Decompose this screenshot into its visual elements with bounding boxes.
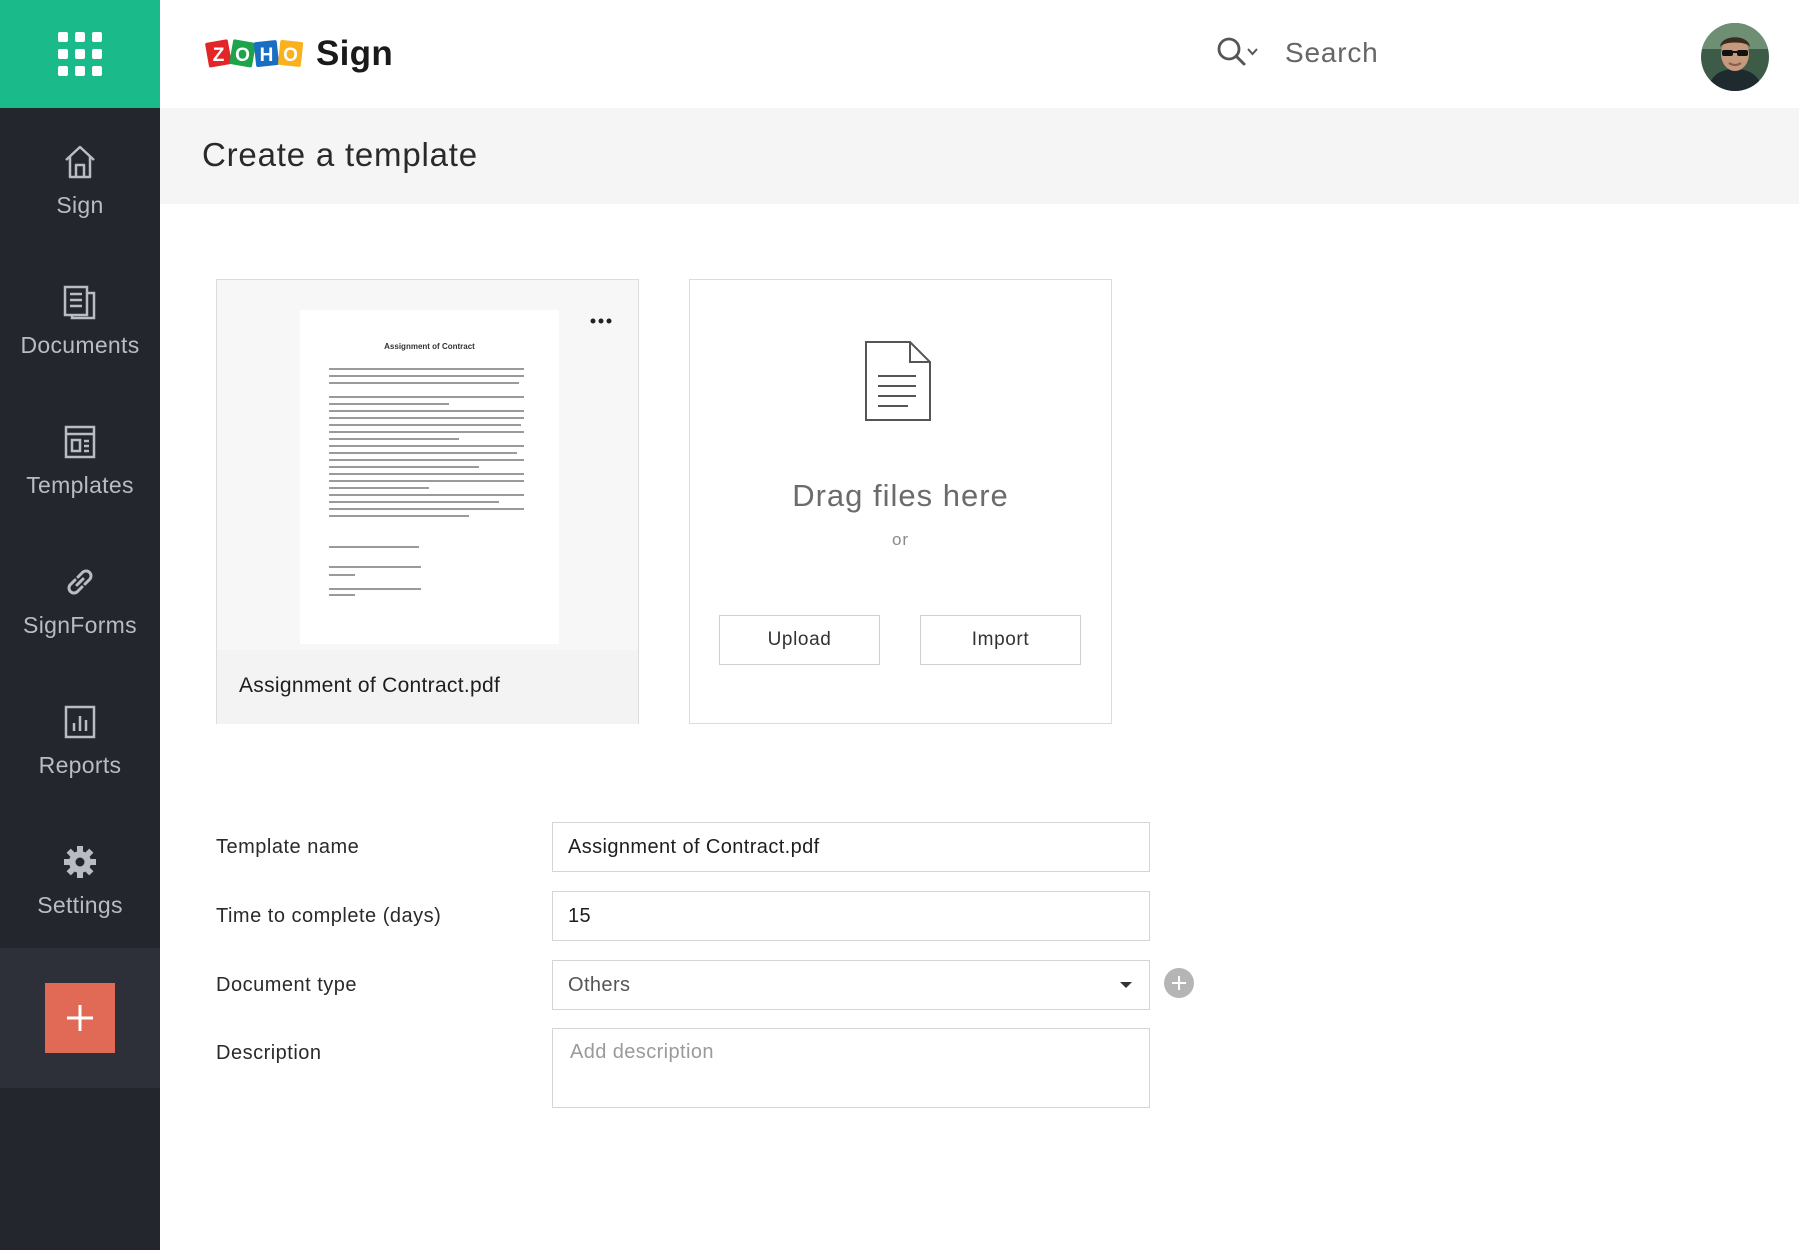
sidebar-item-label: SignForms	[23, 611, 137, 638]
sidebar-item-signforms[interactable]: SignForms	[0, 530, 160, 670]
caret-down-icon	[1120, 982, 1132, 988]
page-title: Create a template	[202, 136, 478, 173]
documents-icon	[60, 282, 100, 322]
user-avatar-icon	[1701, 23, 1769, 91]
more-horizontal-icon	[590, 318, 612, 324]
search-icon	[1217, 37, 1258, 66]
sidebar-item-sign[interactable]: Sign	[0, 110, 160, 250]
logo-letter: H	[260, 45, 274, 66]
upload-dropzone[interactable]: Drag files here or Upload Import	[689, 279, 1112, 724]
sidebar-item-label: Documents	[20, 331, 140, 358]
sidebar-item-label: Settings	[37, 891, 123, 918]
template-name-input[interactable]	[552, 822, 1150, 872]
avatar[interactable]	[1701, 23, 1769, 91]
top-header: Z O H O Sign	[160, 0, 1799, 108]
document-thumbnail: Assignment of Contract	[300, 310, 559, 644]
link-icon	[60, 562, 100, 602]
document-type-select[interactable]: Others	[552, 960, 1150, 1010]
upload-button[interactable]: Upload	[719, 615, 880, 665]
add-area	[0, 948, 160, 1088]
sidebar: Sign Documents Templates SignForms Repor…	[0, 0, 160, 1250]
time-to-complete-label: Time to complete (days)	[216, 905, 442, 927]
reports-icon	[60, 702, 100, 742]
document-card[interactable]: Assignment of Contract Assignment of Con…	[216, 279, 639, 724]
search-scope-toggle[interactable]	[1215, 34, 1261, 72]
sidebar-item-settings[interactable]: Settings	[0, 810, 160, 950]
add-document-type-button[interactable]	[1164, 968, 1194, 998]
import-button[interactable]: Import	[920, 615, 1081, 665]
zoho-sign-logo[interactable]: Z O H O Sign	[204, 32, 393, 76]
sidebar-item-documents[interactable]: Documents	[0, 250, 160, 390]
document-card-footer: Assignment of Contract.pdf	[217, 650, 638, 724]
grid-icon	[58, 32, 102, 76]
time-to-complete-input[interactable]	[552, 891, 1150, 941]
gear-icon	[60, 842, 100, 882]
plus-icon	[67, 1005, 93, 1031]
sidebar-item-label: Sign	[56, 191, 104, 218]
file-icon	[864, 340, 932, 427]
document-type-label: Document type	[216, 974, 358, 996]
app-switcher-button[interactable]	[0, 0, 160, 108]
description-textarea[interactable]	[552, 1028, 1150, 1108]
sidebar-item-label: Templates	[26, 471, 134, 498]
templates-icon	[60, 422, 100, 462]
logo-letter: O	[235, 45, 250, 66]
drag-files-text: Drag files here	[792, 478, 1009, 513]
chevron-down-icon	[1247, 48, 1258, 56]
page-title-bar: Create a template	[160, 108, 1799, 204]
logo-word: Sign	[316, 34, 394, 73]
thumbnail-title: Assignment of Contract	[384, 342, 475, 351]
document-file-name: Assignment of Contract.pdf	[239, 674, 501, 697]
sidebar-item-label: Reports	[38, 751, 122, 778]
logo-letter: Z	[213, 45, 225, 66]
zoho-logo-icon: Z O H O	[205, 39, 304, 68]
logo-letter: O	[283, 45, 298, 66]
sidebar-item-reports[interactable]: Reports	[0, 670, 160, 810]
sidebar-item-templates[interactable]: Templates	[0, 390, 160, 530]
description-label: Description	[216, 1042, 322, 1064]
add-new-button[interactable]	[45, 983, 115, 1053]
template-name-label: Template name	[216, 836, 360, 858]
or-text: or	[891, 530, 910, 549]
document-type-value: Others	[568, 973, 631, 996]
more-options-button[interactable]	[586, 311, 616, 331]
plus-icon	[1172, 976, 1186, 990]
search-input[interactable]	[1285, 30, 1545, 76]
home-icon	[60, 142, 100, 182]
